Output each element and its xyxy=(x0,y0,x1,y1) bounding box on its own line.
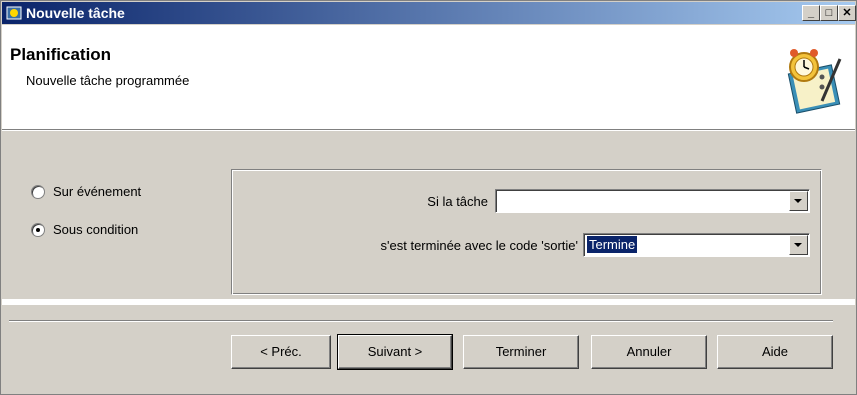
exit-code-combobox[interactable]: Termine xyxy=(583,233,810,257)
header-divider xyxy=(2,130,855,131)
radio-label: Sous condition xyxy=(53,222,139,237)
button-bar-divider xyxy=(9,320,833,322)
chevron-down-icon[interactable] xyxy=(789,191,808,211)
maximize-button[interactable]: □ xyxy=(820,5,838,21)
page-title: Planification xyxy=(10,45,112,64)
help-button[interactable]: Aide xyxy=(717,335,833,369)
title-bar[interactable]: Nouvelle tâche _ □ ✕ xyxy=(2,2,856,24)
exit-code-value: Termine xyxy=(585,235,639,254)
task-combobox[interactable] xyxy=(495,189,810,213)
radio-on-icon xyxy=(31,222,45,237)
close-button[interactable]: ✕ xyxy=(838,5,856,21)
task-label: Si la tâche xyxy=(427,194,488,209)
wizard-header: Planification Nouvelle tâche programmée xyxy=(2,25,855,130)
page-subtitle: Nouvelle tâche programmée xyxy=(26,73,190,88)
next-button[interactable]: Suivant > xyxy=(337,334,453,370)
previous-button[interactable]: < Préc. xyxy=(231,335,331,369)
task-value xyxy=(499,192,503,209)
radio-off-icon xyxy=(31,184,45,199)
window-title: Nouvelle tâche xyxy=(26,5,125,21)
chevron-down-icon[interactable] xyxy=(789,235,808,255)
content-divider xyxy=(2,299,855,305)
radio-label: Sur événement xyxy=(53,184,142,199)
cancel-button[interactable]: Annuler xyxy=(591,335,707,369)
radio-sous-condition[interactable]: Sous condition xyxy=(31,222,138,237)
dialog-window: Nouvelle tâche _ □ ✕ Planification Nouve… xyxy=(0,0,857,395)
finish-button[interactable]: Terminer xyxy=(463,335,579,369)
exit-code-label: s'est terminée avec le code 'sortie' xyxy=(380,238,578,253)
radio-sur-evenement[interactable]: Sur événement xyxy=(31,184,141,199)
condition-group: Si la tâche s'est terminée avec le code … xyxy=(231,169,822,295)
scheduler-clock-notebook-icon xyxy=(787,49,842,114)
app-icon xyxy=(6,6,22,20)
minimize-button[interactable]: _ xyxy=(802,5,820,21)
